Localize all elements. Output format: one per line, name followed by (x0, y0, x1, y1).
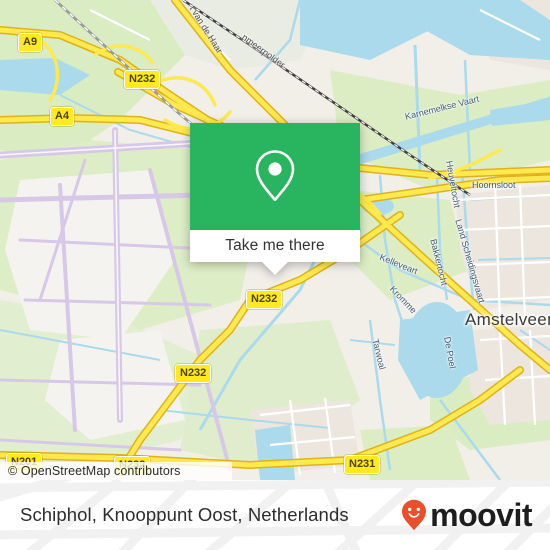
callout-header (190, 123, 360, 230)
moovit-logo[interactable]: moovit (401, 480, 532, 550)
osm-attribution[interactable]: © OpenStreetMap contributors (0, 462, 232, 480)
osm-attribution-text: © OpenStreetMap contributors (8, 464, 181, 478)
road-shield[interactable]: A9 (18, 33, 43, 52)
road-shield[interactable]: N232 (175, 364, 212, 383)
take-me-there-button[interactable]: Take me there (190, 230, 360, 262)
callout-pointer-tail (262, 262, 288, 275)
location-title-text: Schiphol, Knooppunt Oost, Netherlands (20, 504, 349, 525)
map-canvas[interactable]: A9 N232 A4 N232 N232 N201 N232 N231 t va… (0, 0, 550, 480)
take-me-there-label: Take me there (225, 237, 325, 254)
road-shield[interactable]: N232 (246, 290, 283, 309)
road-shield[interactable]: A4 (50, 107, 75, 126)
location-title: Schiphol, Knooppunt Oost, Netherlands (20, 480, 349, 550)
road-shield[interactable]: N232 (124, 70, 161, 89)
map-pin-icon (255, 149, 295, 201)
footer-bar: Schiphol, Knooppunt Oost, Netherlands mo… (0, 480, 550, 550)
screenshot-root: A9 N232 A4 N232 N232 N201 N232 N231 t va… (0, 0, 550, 550)
map-callout-card[interactable]: Take me there (190, 123, 360, 275)
road-shield[interactable]: N231 (344, 455, 381, 474)
moovit-wordmark: moovit (430, 497, 532, 533)
moovit-pin-icon (402, 499, 427, 531)
